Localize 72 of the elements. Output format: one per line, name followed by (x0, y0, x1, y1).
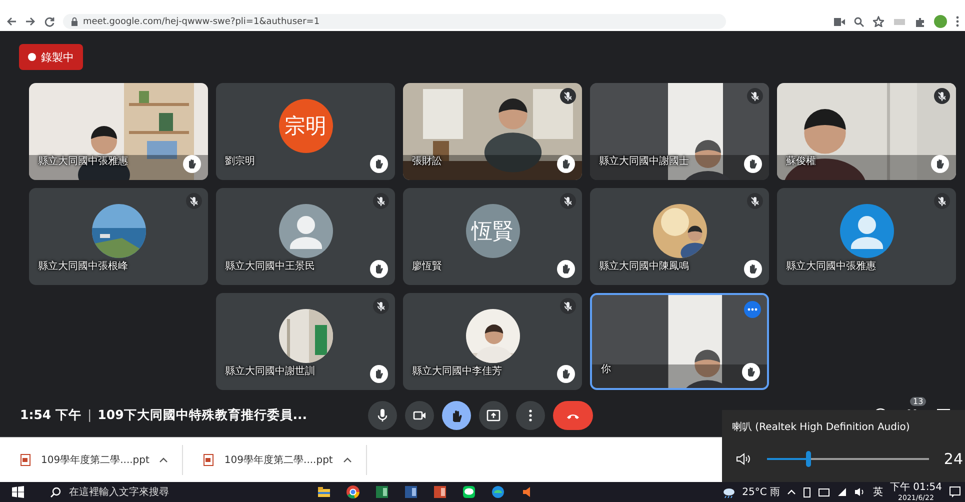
present-button[interactable] (479, 400, 508, 430)
reload-icon (44, 16, 55, 27)
participant-name: 你 (601, 363, 611, 376)
participant-name: 縣立大同國中王景民 (225, 260, 315, 273)
speaker-icon (736, 453, 751, 465)
participant-name: 張財訟 (412, 154, 442, 168)
participant-name: 廖恆賢 (412, 260, 442, 273)
star-icon (873, 16, 884, 27)
lock-icon (71, 17, 78, 26)
participant-name: 縣立大同國中謝國士 (599, 154, 689, 168)
taskbar-time: 下午 01:54 (890, 482, 942, 494)
menu-icon (956, 16, 959, 27)
document-icon (20, 454, 31, 466)
more-options-button[interactable] (516, 400, 545, 430)
download-item[interactable]: 109學年度第二學....ppt (183, 445, 367, 475)
participant-name: 縣立大同國中李佳芳 (412, 364, 502, 378)
recording-badge: 錄製中 (19, 44, 83, 70)
participant-name: 縣立大同國中張雅惠 (786, 260, 876, 273)
participant-name: 縣立大同國中張根峰 (38, 260, 128, 273)
forward-icon (25, 16, 36, 27)
volume-reading: 24 (944, 450, 963, 468)
microphone-button[interactable] (368, 400, 397, 430)
wifi-icon (837, 487, 847, 497)
volume-slider[interactable] (767, 451, 929, 467)
windows-start-icon (12, 486, 24, 498)
download-item[interactable]: 109學年度第二學....ppt (0, 445, 184, 475)
volume-icon (854, 487, 866, 497)
network-icon (818, 487, 830, 497)
more-options-icon (744, 301, 761, 318)
spreadsheet-app-icon (375, 485, 389, 499)
volume-slider-thumb[interactable] (806, 451, 810, 467)
separator: | (87, 406, 92, 424)
audio-device-name: 喇叭 (Realtek High Definition Audio) (731, 420, 911, 434)
slides-app-icon (433, 485, 447, 499)
notification-icon (949, 486, 961, 498)
chevron-up-icon (159, 457, 168, 463)
search-icon (854, 16, 864, 26)
participant-name: 劉宗明 (225, 154, 255, 168)
chevron-up-icon (342, 457, 352, 463)
extension-icon (893, 17, 906, 26)
present-screen-icon (486, 408, 501, 422)
chat-app-icon (462, 485, 476, 499)
back-icon (6, 16, 17, 27)
participant-name: 蘇俊權 (786, 154, 816, 168)
mic-icon (375, 408, 390, 422)
hang-up-icon (567, 412, 579, 418)
weather-icon (722, 486, 736, 498)
camera-icon (834, 18, 845, 26)
document-icon (203, 454, 214, 466)
participant-count-badge: 13 (910, 397, 926, 406)
meeting-time: 1:54 下午 (20, 406, 82, 424)
document-app-icon (404, 485, 418, 499)
initials-avatar: 宗明 (278, 98, 332, 152)
file-explorer-icon (317, 485, 331, 499)
search-icon (50, 486, 61, 498)
camera-button[interactable] (405, 400, 434, 430)
participant-name: 縣立大同國中謝世訓 (225, 364, 315, 378)
input-method-indicator[interactable]: 英 (873, 485, 883, 499)
profile-avatar-icon (934, 15, 947, 28)
initials-avatar: 恆賢 (466, 204, 520, 258)
leave-call-button[interactable] (553, 400, 593, 430)
weather-text: 25°C 雨 (742, 486, 780, 499)
meeting-title: 109下大同國中特殊教育推行委員... (98, 406, 308, 424)
chevron-up-icon (787, 489, 796, 495)
raise-hand-button[interactable] (442, 400, 471, 430)
chrome-icon (346, 485, 360, 499)
battery-icon (803, 486, 811, 498)
address-bar[interactable]: meet.google.com/hej-qwww-swe?pli=1&authuser=1 (63, 14, 726, 29)
puzzle-icon (915, 16, 925, 26)
participant-name: 縣立大同國中陳鳳鳴 (599, 260, 689, 273)
taskbar-search-field[interactable]: 在這裡輸入文字來搜尋 (36, 482, 281, 502)
browser-icon (491, 485, 505, 499)
